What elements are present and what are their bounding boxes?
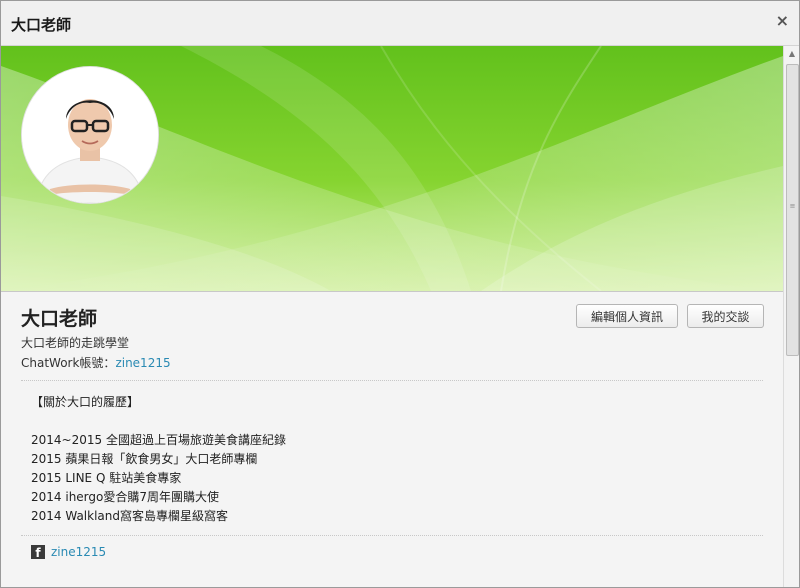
bio-line: 2014~2015 全國超過上百場旅遊美食講座紀錄: [31, 433, 286, 447]
avatar[interactable]: [21, 66, 159, 204]
cover-banner: [1, 46, 783, 292]
bio-text: 【關於大口的履歷】 2014~2015 全國超過上百場旅遊美食講座紀錄 2015…: [31, 393, 286, 526]
bio-line: 2015 蘋果日報「飲食男女」大口老師專欄: [31, 452, 258, 466]
profile-dialog: 大口老師 × 大口老師 大口老師的走跳學堂 ChatWork帳號：zine121…: [0, 0, 800, 588]
divider: [21, 535, 763, 536]
dialog-title: 大口老師: [11, 16, 72, 34]
scrollbar-thumb[interactable]: ≡: [786, 64, 799, 356]
bio-spacer: [31, 412, 286, 431]
chatwork-id-label: ChatWork帳號：: [21, 356, 116, 370]
avatar-photo: [22, 67, 158, 203]
chatwork-id-link[interactable]: zine1215: [115, 356, 170, 370]
bio-line: 2014 Walkland窩客島專欄星級窩客: [31, 509, 228, 523]
bio-line: 2014 ihergo愛合購7周年團購大使: [31, 490, 219, 504]
facebook-icon[interactable]: f: [31, 545, 45, 559]
facebook-handle-link[interactable]: zine1215: [51, 545, 106, 559]
vertical-scrollbar[interactable]: ▲ ≡: [783, 46, 799, 587]
edit-profile-button[interactable]: 編輯個人資訊: [576, 304, 678, 328]
dialog-titlebar: 大口老師 ×: [1, 1, 799, 46]
profile-name: 大口老師: [21, 308, 98, 330]
scrollbar-grip-icon: ≡: [789, 202, 796, 210]
facebook-link-row: f zine1215: [31, 545, 106, 559]
dialog-content: 大口老師 大口老師的走跳學堂 ChatWork帳號：zine1215 編輯個人資…: [1, 46, 783, 587]
chatwork-id-line: ChatWork帳號：zine1215: [21, 354, 171, 371]
bio-line: 2015 LINE Q 駐站美食專家: [31, 471, 182, 485]
my-chat-button[interactable]: 我的交談: [687, 304, 764, 328]
bio-heading: 【關於大口的履歷】: [31, 395, 140, 409]
scroll-up-arrow-icon[interactable]: ▲: [784, 46, 799, 62]
divider: [21, 380, 763, 381]
profile-subtitle: 大口老師的走跳學堂: [21, 336, 130, 350]
close-icon[interactable]: ×: [776, 13, 789, 29]
profile-section: 大口老師 大口老師的走跳學堂 ChatWork帳號：zine1215 編輯個人資…: [1, 292, 783, 587]
